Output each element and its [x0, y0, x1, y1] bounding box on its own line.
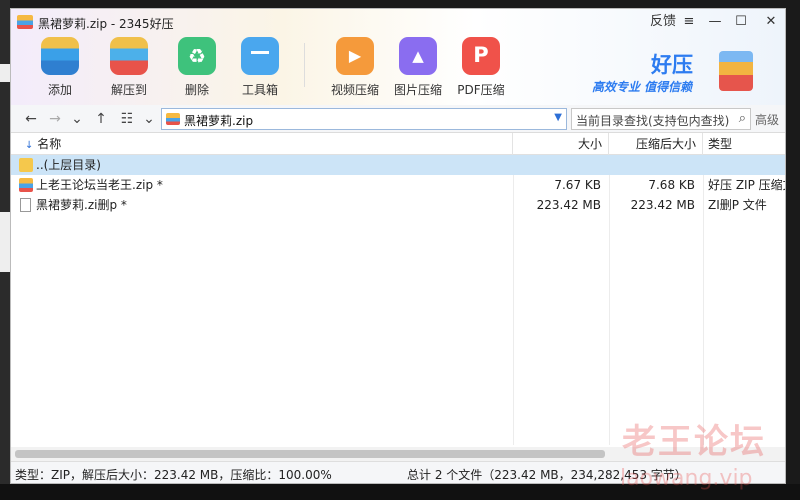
desktop-window-fragment: [0, 212, 10, 272]
column-name[interactable]: ↓ 名称: [11, 133, 513, 155]
view-mode-icon[interactable]: ☷: [119, 109, 135, 129]
video-compress-label: 视频压缩: [330, 83, 379, 97]
app-icon: [17, 15, 33, 29]
toolbox-button[interactable]: 工具箱: [230, 37, 290, 98]
extract-label: 解压到: [110, 83, 147, 97]
pdf-compress-label: PDF压缩: [457, 83, 505, 97]
video-compress-icon: [336, 37, 374, 75]
pdf-compress-icon: [462, 37, 500, 75]
table-row-parent-dir[interactable]: ..(上层目录): [11, 155, 785, 175]
add-label: 添加: [47, 83, 72, 97]
add-archive-icon: [41, 37, 79, 75]
back-icon[interactable]: ←: [23, 109, 39, 129]
file-type: ZI删P 文件: [708, 198, 767, 212]
brand-logo-icon: [719, 51, 753, 91]
delete-button[interactable]: 删除: [167, 37, 227, 98]
document-icon: [20, 198, 31, 212]
brand-name: 好压: [651, 53, 693, 77]
column-packed-size[interactable]: 压缩后大小: [609, 133, 703, 155]
watermark-text: 老王论坛: [622, 422, 766, 462]
minimize-icon[interactable]: —: [705, 12, 725, 32]
file-name: 上老王论坛当老王.zip *: [36, 178, 163, 192]
column-size[interactable]: 大小: [513, 133, 609, 155]
feedback-link[interactable]: 反馈: [649, 12, 677, 32]
close-icon[interactable]: ✕: [761, 12, 781, 32]
history-dropdown-icon[interactable]: ⌄: [69, 109, 85, 129]
path-text: 黑裙萝莉.zip: [184, 114, 254, 128]
toolbox-icon: [241, 37, 279, 75]
path-field[interactable]: 黑裙萝莉.zip ▼: [161, 108, 567, 130]
scrollbar-thumb[interactable]: [15, 450, 605, 458]
search-icon[interactable]: ⌕: [739, 111, 746, 126]
file-list-header: ↓ 名称 大小 压缩后大小 类型: [11, 133, 785, 155]
app-window: 黑裙萝莉.zip - 2345好压 反馈 ≡ — ☐ ✕ 添加 解压到 删除 工…: [10, 8, 786, 484]
window-title: 黑裙萝莉.zip - 2345好压: [38, 17, 174, 31]
delete-label: 删除: [184, 83, 209, 97]
video-compress-button[interactable]: 视频压缩: [325, 37, 385, 98]
archive-icon: [166, 113, 180, 125]
view-mode-dropdown-icon[interactable]: ⌄: [141, 109, 157, 129]
file-name: 黑裙萝莉.zi删p *: [36, 198, 127, 212]
maximize-icon[interactable]: ☐: [731, 12, 751, 32]
file-packed-size: 7.68 KB: [648, 178, 695, 192]
extract-icon: [110, 37, 148, 75]
up-level-icon[interactable]: ↑: [93, 109, 109, 129]
add-button[interactable]: 添加: [30, 37, 90, 98]
file-name: ..(上层目录): [36, 158, 101, 172]
image-compress-button[interactable]: 图片压缩: [388, 37, 448, 98]
file-packed-size: 223.42 MB: [630, 198, 695, 212]
desktop-edge-left: [0, 0, 10, 500]
folder-icon: [19, 158, 33, 172]
recycle-icon: [178, 37, 216, 75]
file-size: 7.67 KB: [554, 178, 601, 192]
column-type[interactable]: 类型: [703, 133, 785, 155]
image-compress-label: 图片压缩: [393, 83, 442, 97]
toolbar-divider: [304, 43, 305, 87]
file-size: 223.42 MB: [536, 198, 601, 212]
extract-to-button[interactable]: 解压到: [99, 37, 159, 98]
table-row[interactable]: 黑裙萝莉.zi删p * 223.42 MB 223.42 MB ZI删P 文件: [11, 195, 785, 215]
forward-icon[interactable]: →: [47, 109, 63, 129]
watermark-url: laowang.vip: [620, 466, 753, 491]
desktop-window-fragment: [0, 64, 10, 82]
zip-file-icon: [19, 178, 33, 192]
toolbox-label: 工具箱: [241, 83, 278, 97]
search-input[interactable]: 当前目录查找(支持包内查找) ⌕: [571, 108, 751, 130]
status-archive-info: 类型：ZIP，解压后大小：223.42 MB，压缩比：100.00%: [15, 468, 332, 482]
navigation-bar: ← → ⌄ ↑ ☷ ⌄ 黑裙萝莉.zip ▼ 当前目录查找(支持包内查找) ⌕ …: [11, 105, 785, 133]
brand-slogan: 高效专业 值得信赖: [592, 80, 693, 94]
path-dropdown-icon[interactable]: ▼: [554, 112, 562, 123]
pdf-compress-button[interactable]: PDF压缩: [451, 37, 511, 98]
title-and-toolbar-area: 黑裙萝莉.zip - 2345好压 反馈 ≡ — ☐ ✕ 添加 解压到 删除 工…: [11, 9, 785, 105]
advanced-search-link[interactable]: 高级: [755, 111, 779, 128]
file-list: ..(上层目录) 上老王论坛当老王.zip * 7.67 KB 7.68 KB …: [11, 155, 785, 445]
column-name-label: 名称: [37, 137, 62, 151]
sort-arrow-icon: ↓: [25, 140, 34, 151]
image-compress-icon: [399, 37, 437, 75]
menu-icon[interactable]: ≡: [679, 12, 699, 32]
search-placeholder: 当前目录查找(支持包内查找): [576, 114, 730, 128]
table-row[interactable]: 上老王论坛当老王.zip * 7.67 KB 7.68 KB 好压 ZIP 压缩…: [11, 175, 785, 195]
file-type: 好压 ZIP 压缩文: [708, 178, 785, 192]
